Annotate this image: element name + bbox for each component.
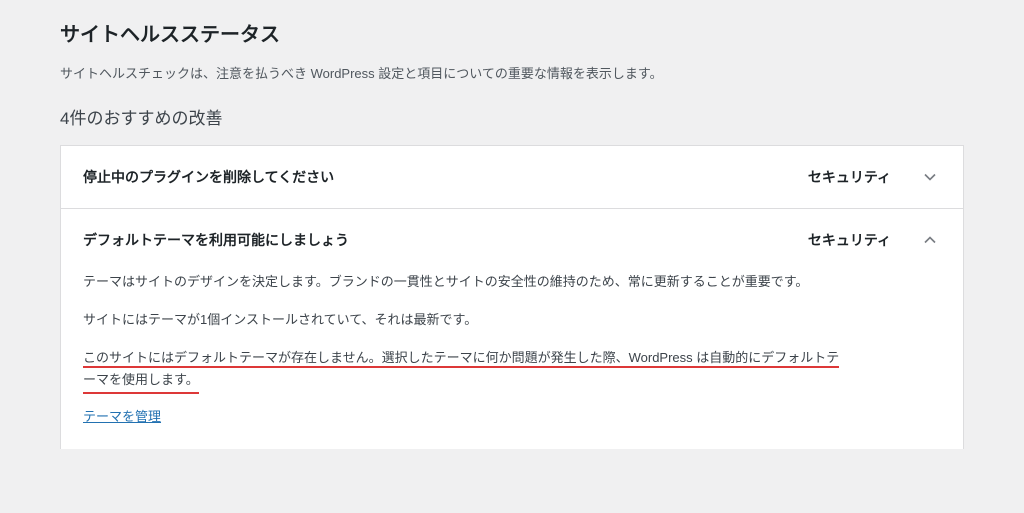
body-text: テーマはサイトのデザインを決定します。ブランドの一貫性とサイトの安全性の維持のた… — [83, 271, 941, 293]
category-badge: セキュリティ — [808, 167, 891, 188]
page-title: サイトヘルスステータス — [60, 20, 964, 50]
accordion-title: デフォルトテーマを利用可能にしましょう — [83, 230, 808, 251]
accordion-item-inactive-plugins: 停止中のプラグインを削除してください セキュリティ — [61, 146, 963, 208]
health-accordion: 停止中のプラグインを削除してください セキュリティ デフォルトテーマを利用可能に… — [60, 145, 964, 449]
accordion-title: 停止中のプラグインを削除してください — [83, 167, 808, 188]
accordion-header[interactable]: 停止中のプラグインを削除してください セキュリティ — [61, 146, 963, 208]
manage-themes-link[interactable]: テーマを管理 — [83, 409, 161, 424]
improvements-heading: 4件のおすすめの改善 — [60, 106, 964, 132]
accordion-header-right: セキュリティ — [808, 166, 941, 188]
underlined-line-1: このサイトにはデフォルトテーマが存在しません。選択したテーマに何か問題が発生した… — [83, 350, 839, 365]
accordion-header[interactable]: デフォルトテーマを利用可能にしましょう セキュリティ — [61, 209, 963, 271]
page-description: サイトヘルスチェックは、注意を払うべき WordPress 設定と項目についての… — [60, 64, 964, 84]
accordion-header-right: セキュリティ — [808, 229, 941, 251]
body-text: サイトにはテーマが1個インストールされていて、それは最新です。 — [83, 309, 941, 331]
chevron-up-icon — [919, 229, 941, 251]
body-highlighted-text: このサイトにはデフォルトテーマが存在しません。選択したテーマに何か問題が発生した… — [83, 347, 941, 391]
underlined-line-2: ーマを使用します。 — [83, 369, 199, 391]
chevron-down-icon — [919, 166, 941, 188]
accordion-item-default-theme: デフォルトテーマを利用可能にしましょう セキュリティ テーマはサイトのデザインを… — [61, 208, 963, 449]
category-badge: セキュリティ — [808, 230, 891, 251]
accordion-body: テーマはサイトのデザインを決定します。ブランドの一貫性とサイトの安全性の維持のた… — [61, 271, 963, 449]
